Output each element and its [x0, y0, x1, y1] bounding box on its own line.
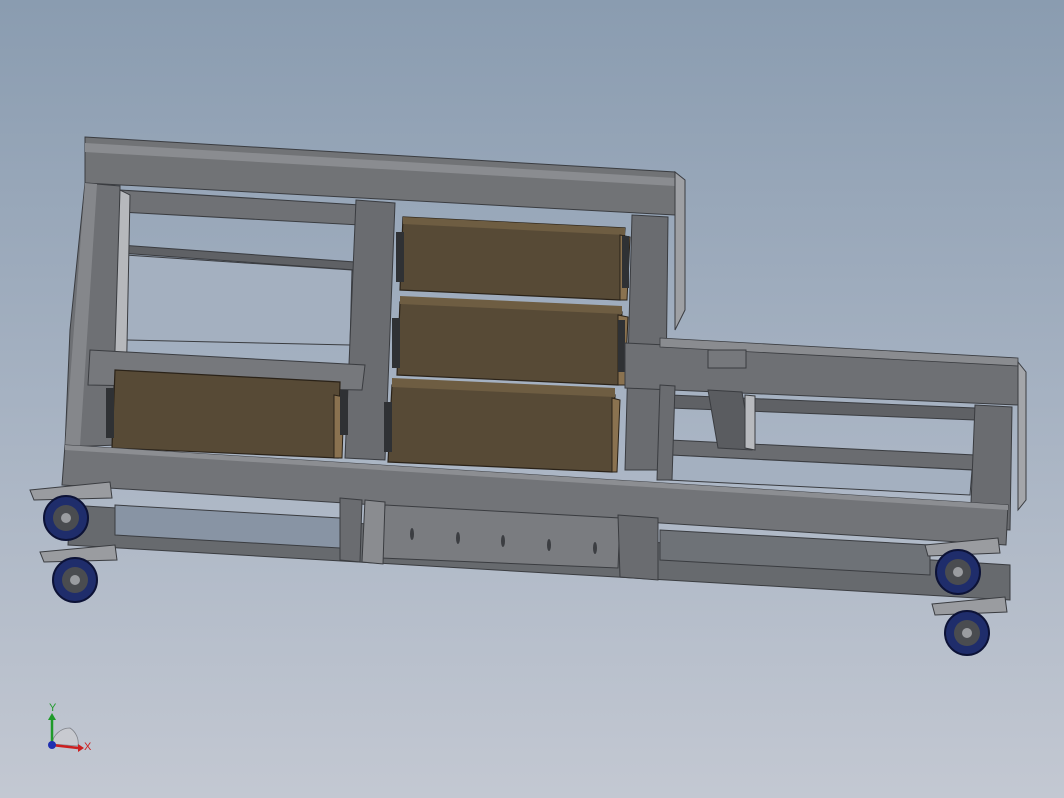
triad-sphere-icon	[51, 727, 79, 747]
triad-y-label: Y	[49, 702, 57, 714]
drawer-middle-3[interactable]	[387, 384, 616, 473]
drawer-middle-2[interactable]	[396, 301, 623, 386]
slide-hardware-5	[618, 320, 625, 372]
slide-hardware-4	[622, 236, 629, 288]
triad-y-arrow-icon	[48, 713, 56, 720]
base-center-post-right[interactable]	[361, 499, 386, 565]
caster-rear-left[interactable]	[39, 544, 118, 603]
drawer-left-1[interactable]	[111, 369, 341, 459]
triad-z-axis-icon	[48, 741, 56, 749]
frame-upper-right-endcap[interactable]	[674, 170, 686, 331]
left-bay-window	[124, 254, 353, 346]
coordinate-triad[interactable]: X Y	[48, 702, 92, 753]
slide-hardware-7	[340, 390, 348, 435]
right-box-light-brace	[744, 394, 756, 451]
slide-hardware-1	[396, 232, 404, 282]
graphics-viewport[interactable]: X Y	[0, 0, 1064, 798]
slide-hardware-3	[384, 402, 392, 452]
triad-x-label: X	[84, 741, 92, 753]
base-center-post-3[interactable]	[617, 514, 659, 581]
drawer-middle-3-side	[611, 397, 621, 473]
right-box-left-post[interactable]	[656, 384, 676, 481]
base-center-post-left[interactable]	[339, 497, 363, 563]
slide-hardware-2	[392, 318, 400, 368]
slide-hardware-6	[106, 388, 114, 438]
right-box-end[interactable]	[1017, 360, 1027, 512]
3d-model-scene[interactable]: X Y	[0, 0, 1064, 798]
middle-bay-drawers	[387, 216, 631, 473]
right-box-latch[interactable]	[707, 349, 747, 369]
caster-rear-right[interactable]	[931, 596, 1008, 656]
